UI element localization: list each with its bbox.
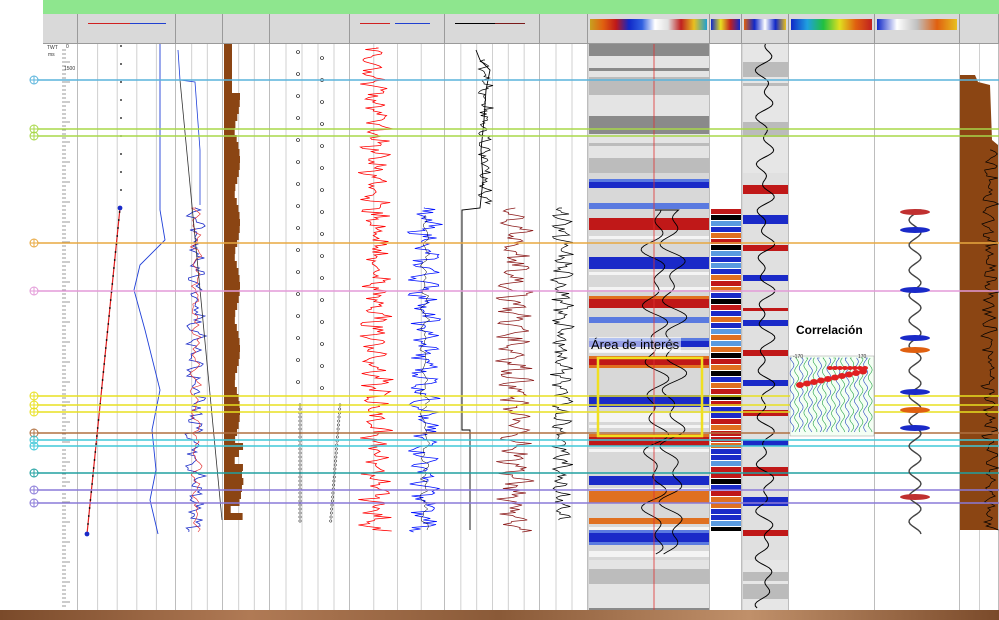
well-top-marker-icon <box>29 131 39 141</box>
log6b-darkred <box>495 207 535 533</box>
trend-point-bottom <box>84 531 90 537</box>
wavelet-curve <box>908 209 922 535</box>
well-top-marker-icon <box>29 441 39 451</box>
velocity-trend-line <box>86 207 121 535</box>
depth-unit-1: TWT <box>47 45 58 51</box>
log2-trend <box>179 79 223 521</box>
correlation-label: Correlación <box>796 323 863 337</box>
well-top-marker-icon <box>29 498 39 508</box>
log6-step <box>461 49 491 530</box>
depth-tick-0: 0 <box>66 44 69 50</box>
log5-red <box>357 47 394 532</box>
well-top-marker-icon <box>29 485 39 495</box>
depth-tick-1: 1500 <box>64 66 76 72</box>
depth-unit-2: ms <box>48 52 55 58</box>
last-track-fill <box>960 75 998 530</box>
area-of-interest-label: Área de interés <box>589 337 682 352</box>
well-top-marker-icon <box>29 75 39 85</box>
bottom-strip <box>0 610 999 620</box>
well-top-marker-icon <box>29 407 39 417</box>
well-top-marker-icon <box>29 238 39 248</box>
well-top-marker-icon <box>29 391 39 401</box>
well-top-marker-icon <box>29 468 39 478</box>
well-top-marker-icon <box>29 286 39 296</box>
corr-scale-right: 170 <box>858 354 867 360</box>
corr-scale-left: -170 <box>793 354 804 360</box>
trend-point-top <box>117 205 123 211</box>
well-log-viewer: Área de interés Correlación -170 170 TWT… <box>0 0 999 620</box>
blue-curve-track1 <box>133 44 166 535</box>
log6-blue <box>406 207 443 533</box>
log2-blue <box>184 207 208 533</box>
log-canvas <box>29 44 999 610</box>
